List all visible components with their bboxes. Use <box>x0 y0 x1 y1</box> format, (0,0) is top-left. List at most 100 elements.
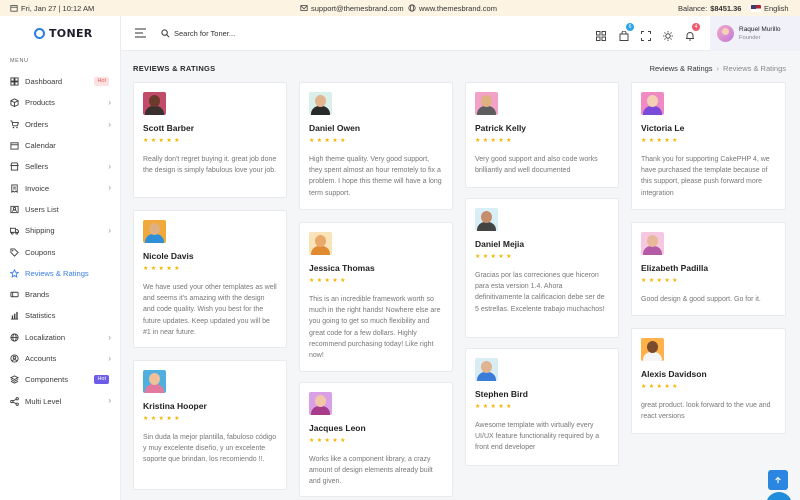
cart-button[interactable]: 6 <box>619 23 634 41</box>
reviewer-name: Jacques Leon <box>309 423 366 433</box>
review-card: Patrick Kelly ★★★★★ Very good support and … <box>465 82 619 188</box>
sidebar-item-users-list[interactable]: Users List <box>0 199 121 220</box>
star-rating: ★★★★★ <box>475 138 514 144</box>
sidebar-item-multi-level[interactable]: Multi Level › <box>0 390 121 411</box>
globe-icon <box>408 4 416 12</box>
sidebar-item-accounts[interactable]: Accounts › <box>0 348 121 369</box>
breadcrumb-current: Reviews & Ratings <box>723 64 786 73</box>
brand-logo[interactable]: TONER <box>34 27 93 40</box>
logo-icon <box>34 28 45 39</box>
sidebar-item-sellers[interactable]: Sellers › <box>0 156 121 177</box>
notification-count-badge: 4 <box>692 23 700 31</box>
language-selector[interactable]: English <box>751 0 789 16</box>
account-icon <box>10 354 19 363</box>
sidebar-item-invoice[interactable]: Invoice › <box>0 177 121 198</box>
sidebar-item-label: Shipping <box>25 226 55 236</box>
support-email[interactable]: support@themesbrand.com <box>300 0 404 16</box>
star-rating: ★★★★★ <box>641 278 680 284</box>
review-text: Awesome template with virtually every UI… <box>475 422 600 452</box>
sidebar-item-calendar[interactable]: Calendar <box>0 135 121 156</box>
menu-caption: MENU <box>10 58 29 64</box>
review-card: Daniel Owen ★★★★★ High theme quality. Very… <box>299 82 453 210</box>
globe-icon <box>10 333 19 342</box>
review-card: Jessica Thomas ★★★★★ This is an incredible… <box>299 222 453 372</box>
chevron-right-icon: › <box>108 98 111 108</box>
chevron-right-icon: › <box>108 162 111 172</box>
apps-button[interactable] <box>596 28 606 41</box>
sidebar-item-coupons[interactable]: Coupons <box>0 241 121 262</box>
chevron-right-icon: › <box>108 183 111 193</box>
review-text: Gracias por las correciones que hiceron … <box>475 272 605 313</box>
reviewer-name: Daniel Mejia <box>475 239 525 249</box>
notifications-button[interactable]: 4 <box>685 23 700 41</box>
sidebar-item-brands[interactable]: Brands <box>0 284 121 305</box>
review-text: great product. look forward to the vue a… <box>641 402 771 421</box>
review-text: Thank you for supporting CakePHP 4, we h… <box>641 156 770 197</box>
scroll-to-top-button[interactable] <box>768 470 788 490</box>
breadcrumb-link[interactable]: Reviews & Ratings <box>650 64 713 73</box>
us-flag-icon <box>751 4 761 12</box>
truck-icon <box>10 228 19 235</box>
review-text: Works like a component library, a crazy … <box>309 456 433 486</box>
sidebar-item-label: Calendar <box>25 141 56 151</box>
sidebar-item-shipping[interactable]: Shipping › <box>0 220 121 241</box>
sidebar-item-components[interactable]: Components Hot <box>0 369 121 390</box>
sidebar-item-label: Statistics <box>25 311 56 321</box>
website-link[interactable]: www.themesbrand.com <box>408 0 497 16</box>
sidebar-item-label: Coupons <box>25 247 56 257</box>
reviewer-name: Alexis Davidson <box>641 369 707 379</box>
reviewer-avatar <box>641 338 664 361</box>
reviewer-name: Patrick Kelly <box>475 123 527 133</box>
page-title: REVIEWS & RATINGS <box>133 64 216 73</box>
sidebar-item-orders[interactable]: Orders › <box>0 114 121 135</box>
reviewer-avatar <box>641 92 664 115</box>
star-rating: ★★★★★ <box>309 278 348 284</box>
reviewer-name: Victoria Le <box>641 123 685 133</box>
reviewer-avatar <box>143 370 166 393</box>
star-rating: ★★★★★ <box>143 266 182 272</box>
reviewer-avatar <box>475 208 498 231</box>
star-rating: ★★★★★ <box>309 438 348 444</box>
user-role: Founder <box>739 34 761 41</box>
hot-badge: Hot <box>94 375 109 385</box>
review-card: Daniel Mejia ★★★★★ Gracias por las correci… <box>465 198 619 338</box>
sidebar-item-label: Orders <box>25 119 49 129</box>
hamburger-menu-icon[interactable] <box>135 28 146 38</box>
sidebar-item-label: Invoice <box>25 183 50 193</box>
dashboard-icon <box>10 77 19 86</box>
sidebar-item-reviews-ratings[interactable]: Reviews & Ratings <box>0 263 121 284</box>
star-rating: ★★★★★ <box>641 384 680 390</box>
star-rating: ★★★★★ <box>475 404 514 410</box>
tag-icon <box>10 247 19 257</box>
reviewer-name: Daniel Owen <box>309 123 361 133</box>
sidebar-item-statistics[interactable]: Statistics <box>0 305 121 326</box>
sun-icon <box>663 31 673 41</box>
sidebar-item-products[interactable]: Products › <box>0 92 121 113</box>
reviewer-name: Elizabeth Padilla <box>641 263 709 273</box>
theme-toggle-button[interactable] <box>663 28 673 41</box>
sidebar-item-label: Components <box>25 375 69 385</box>
sidebar-item-label: Brands <box>25 290 50 300</box>
support-email-text: support@themesbrand.com <box>311 3 404 13</box>
layers-icon <box>10 375 19 384</box>
reviewer-name: Scott Barber <box>143 123 195 133</box>
star-rating: ★★★★★ <box>309 138 348 144</box>
sidebar-item-dashboard[interactable]: Dashboard Hot <box>0 71 121 92</box>
top-info-bar: Fri, Jan 27 | 10:12 AM support@themesbra… <box>0 0 800 16</box>
balance-value: $8451.36 <box>710 3 742 13</box>
balance-label: Balance: <box>678 3 708 13</box>
sidebar-item-label: Dashboard <box>25 77 63 87</box>
website-text: www.themesbrand.com <box>419 3 497 13</box>
users-icon <box>10 205 19 214</box>
chat-widget-button[interactable] <box>766 492 792 500</box>
reviewer-name: Jessica Thomas <box>309 263 375 273</box>
review-text: Very good support and also code works br… <box>475 156 598 175</box>
header: Search for Toner... 6 4 Raquel Murillo F… <box>121 16 800 51</box>
fullscreen-button[interactable] <box>641 28 651 41</box>
hot-badge: Hot <box>94 77 109 86</box>
search-input[interactable]: Search for Toner... <box>174 29 235 38</box>
user-profile-menu[interactable]: Raquel Murillo Founder <box>710 16 800 51</box>
sidebar-item-localization[interactable]: Localization › <box>0 327 121 348</box>
sidebar-item-label: Products <box>25 98 55 108</box>
star-rating: ★★★★★ <box>143 138 182 144</box>
